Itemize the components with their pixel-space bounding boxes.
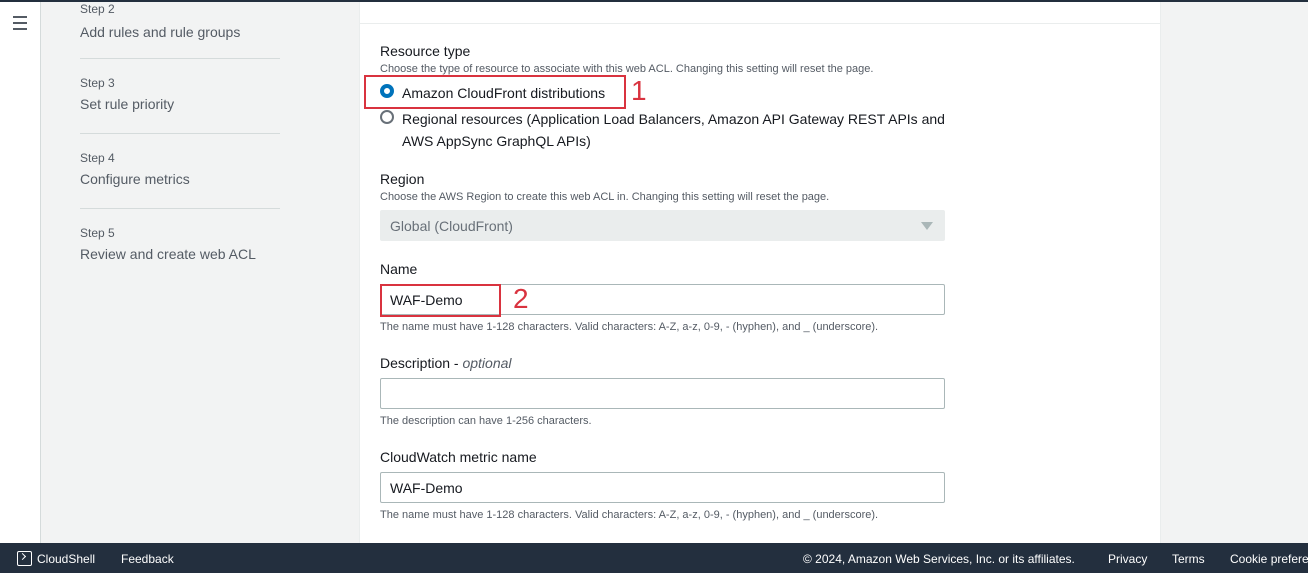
web-acl-details-panel: Resource type Choose the type of resourc… bbox=[359, 2, 1161, 543]
cloudwatch-metric-input[interactable] bbox=[380, 472, 945, 503]
resource-type-label: Resource type bbox=[380, 43, 471, 59]
description-input[interactable] bbox=[380, 378, 945, 409]
steps-sidebar: Step 2 Add rules and rule groups Step 3 … bbox=[41, 2, 359, 543]
menu-icon[interactable] bbox=[13, 16, 27, 30]
radio-regional-label: Regional resources (Application Load Bal… bbox=[402, 111, 945, 149]
step-divider bbox=[80, 133, 280, 134]
console-footer: CloudShell Feedback © 2024, Amazon Web S… bbox=[0, 543, 1308, 573]
optional-label: optional bbox=[462, 355, 512, 371]
radio-cloudfront-label: Amazon CloudFront distributions bbox=[402, 85, 606, 101]
radio-cloudfront[interactable]: Amazon CloudFront distributions bbox=[380, 82, 952, 104]
cloudwatch-hint: The name must have 1-128 characters. Val… bbox=[380, 509, 879, 521]
annotation-marker-2: 2 bbox=[513, 283, 529, 314]
description-label-text: Description - bbox=[380, 355, 463, 371]
step-title: Add rules and rule groups bbox=[80, 24, 241, 40]
step-number: Step 2 bbox=[80, 2, 115, 16]
cloudwatch-label: CloudWatch metric name bbox=[380, 449, 537, 465]
step-5[interactable]: Step 5 Review and create web ACL bbox=[80, 226, 280, 262]
right-gutter bbox=[1161, 2, 1308, 543]
step-number: Step 5 bbox=[80, 226, 115, 240]
step-2[interactable]: Step 2 Add rules and rule groups bbox=[80, 2, 280, 40]
region-label: Region bbox=[380, 171, 425, 187]
copyright-text: © 2024, Amazon Web Services, Inc. or its… bbox=[803, 552, 1075, 566]
name-hint: The name must have 1-128 characters. Val… bbox=[380, 321, 879, 333]
privacy-link[interactable]: Privacy bbox=[1108, 552, 1147, 566]
caret-down-icon bbox=[921, 222, 933, 230]
nav-rail bbox=[0, 2, 41, 543]
radio-button[interactable] bbox=[380, 110, 394, 124]
region-select[interactable]: Global (CloudFront) bbox=[380, 210, 945, 241]
step-4[interactable]: Step 4 Configure metrics bbox=[80, 151, 280, 187]
step-title: Configure metrics bbox=[80, 171, 190, 187]
name-label: Name bbox=[380, 261, 418, 277]
annotation-marker-1: 1 bbox=[631, 75, 647, 106]
resource-type-description: Choose the type of resource to associate… bbox=[380, 63, 874, 75]
radio-regional[interactable]: Regional resources (Application Load Bal… bbox=[380, 108, 947, 152]
step-title: Set rule priority bbox=[80, 96, 175, 112]
description-hint: The description can have 1-256 character… bbox=[380, 415, 592, 427]
step-number: Step 3 bbox=[80, 76, 115, 90]
feedback-link[interactable]: Feedback bbox=[121, 552, 174, 566]
step-number: Step 4 bbox=[80, 151, 115, 165]
cloudshell-link[interactable]: CloudShell bbox=[37, 552, 95, 566]
region-description: Choose the AWS Region to create this web… bbox=[380, 191, 830, 203]
step-divider bbox=[80, 58, 280, 59]
step-divider bbox=[80, 208, 280, 209]
cloudshell-icon[interactable] bbox=[17, 551, 32, 566]
step-3[interactable]: Step 3 Set rule priority bbox=[80, 76, 280, 112]
description-label: Description - optional bbox=[380, 355, 512, 371]
cookie-preferences-link[interactable]: Cookie prefere bbox=[1230, 552, 1308, 566]
region-select-value: Global (CloudFront) bbox=[390, 218, 513, 234]
step-title: Review and create web ACL bbox=[80, 246, 256, 262]
name-input[interactable] bbox=[380, 284, 945, 315]
panel-divider bbox=[360, 23, 1160, 24]
terms-link[interactable]: Terms bbox=[1172, 552, 1205, 566]
radio-button-checked[interactable] bbox=[380, 84, 394, 98]
